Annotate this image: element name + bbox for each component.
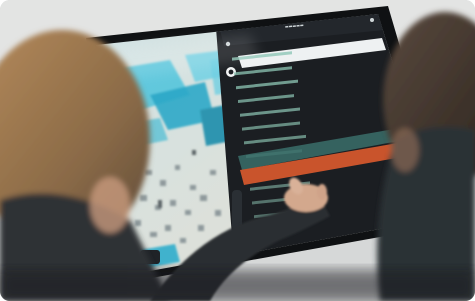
person-right	[377, 12, 475, 301]
photo-scene: ▬▬▬▬▬	[0, 0, 475, 301]
panel-scroll-handle[interactable]	[232, 190, 242, 230]
menu-icon[interactable]	[370, 18, 374, 22]
photo-frame: ▬▬▬▬▬	[0, 0, 475, 301]
